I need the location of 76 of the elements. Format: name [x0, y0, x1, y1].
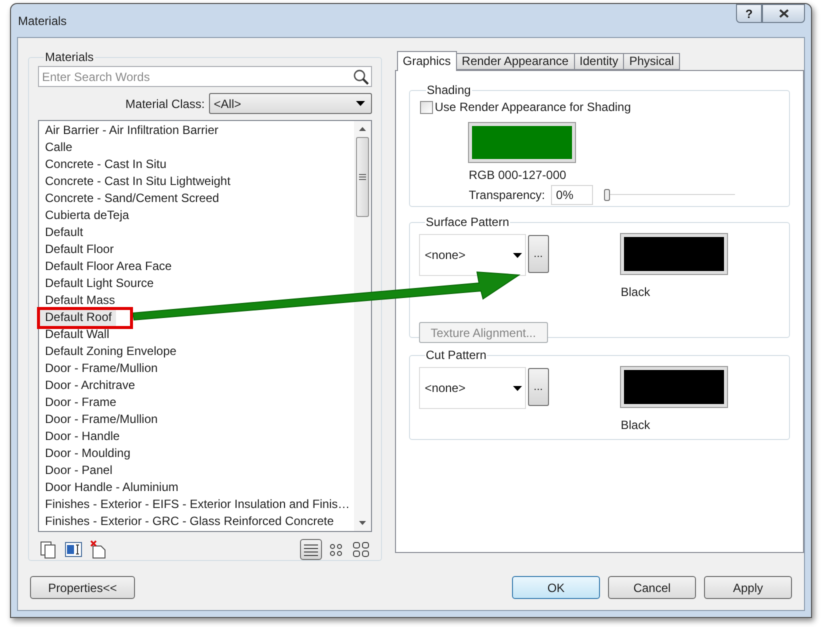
duplicate-icon[interactable] — [40, 540, 57, 558]
rename-icon[interactable] — [65, 542, 82, 557]
material-item[interactable]: Concrete - Cast In Situ — [39, 156, 170, 173]
material-item[interactable]: Door - Panel — [39, 462, 116, 479]
apply-button[interactable]: Apply — [704, 576, 792, 599]
small-icons-view-icon — [330, 544, 342, 556]
pattern-dropdown[interactable]: <none> — [418, 367, 526, 409]
dropdown-caret-icon — [512, 252, 522, 258]
search-icon — [352, 68, 369, 84]
group-label: Shading — [426, 83, 472, 97]
group-label: Cut Pattern — [424, 348, 488, 362]
close-button[interactable] — [762, 4, 805, 23]
material-class-label: Material Class: — [125, 96, 205, 112]
material-item[interactable]: Default Wall — [39, 326, 114, 343]
rgb-value: RGB 000-127-000 — [468, 168, 568, 182]
material-item[interactable]: Door - Frame/Mullion — [39, 360, 162, 377]
browse-button[interactable]: ... — [528, 235, 549, 273]
color-swatch[interactable] — [468, 123, 575, 162]
scrollbar[interactable] — [354, 121, 371, 531]
search-field[interactable]: Enter Search Words — [38, 66, 372, 87]
material-item[interactable]: Door - Architrave — [39, 377, 140, 394]
material-item[interactable]: Default Floor Area Face — [39, 258, 176, 275]
material-item[interactable]: Default Zoning Envelope — [39, 343, 180, 360]
help-button[interactable]: ? — [736, 4, 762, 23]
tab[interactable]: Identity — [574, 53, 624, 70]
material-class-dropdown[interactable]: <All> — [208, 93, 372, 114]
browse-button[interactable]: ... — [528, 368, 549, 406]
tab[interactable]: Render Appearance — [456, 53, 575, 70]
material-item[interactable]: Calle — [39, 139, 76, 156]
pattern-dropdown[interactable]: <none> — [418, 234, 526, 276]
material-item[interactable]: Concrete - Sand/Cement Screed — [39, 190, 224, 207]
transparency-slider[interactable] — [604, 189, 736, 201]
material-item[interactable]: Default Mass — [39, 292, 120, 309]
color-swatch[interactable] — [620, 234, 727, 274]
transparency-label: Transparency: — [468, 187, 546, 204]
material-item[interactable]: Default Light Source — [39, 275, 158, 292]
search-input[interactable]: Enter Search Words — [39, 68, 353, 86]
material-item[interactable]: Default Roof — [39, 309, 116, 326]
group-label: Surface Pattern — [424, 215, 510, 229]
scroll-up-icon — [358, 127, 366, 131]
properties-button[interactable]: Properties<< — [30, 576, 135, 599]
material-item[interactable]: Air Barrier - Air Infiltration Barrier — [39, 122, 222, 139]
ok-button[interactable]: OK — [512, 576, 600, 599]
material-item[interactable]: Default Floor — [39, 241, 118, 258]
view-mode-button[interactable] — [300, 539, 322, 560]
material-item[interactable]: Finishes - Exterior - EIFS - Exterior Insulation and Finis… — [39, 496, 354, 513]
material-item[interactable]: Door - Frame — [39, 394, 120, 411]
material-item[interactable]: Door - Frame/Mullion — [39, 411, 162, 428]
group-label: Materials — [44, 50, 95, 64]
transparency-field[interactable]: 0% — [551, 185, 594, 205]
material-item[interactable]: Door Handle - Aluminium — [39, 479, 182, 496]
dropdown-caret-icon — [512, 386, 522, 390]
color-name: Black — [620, 418, 652, 432]
material-item[interactable]: Cubierta deTeja — [39, 207, 134, 224]
tab[interactable]: Graphics — [396, 51, 457, 71]
color-swatch[interactable] — [620, 367, 727, 407]
large-icons-view-icon — [352, 542, 369, 557]
cancel-button[interactable]: Cancel — [608, 576, 696, 599]
window-title: Materials — [17, 12, 67, 30]
list-view-icon — [304, 544, 318, 556]
slider-thumb[interactable] — [604, 189, 610, 201]
material-item[interactable]: Door - Handle — [39, 428, 124, 445]
color-name: Black — [620, 285, 652, 299]
tab[interactable]: Physical — [623, 53, 680, 70]
close-icon — [778, 9, 788, 18]
grip-icon — [358, 174, 366, 180]
checkbox-label: Use Render Appearance for Shading — [434, 99, 631, 116]
scroll-down-icon — [358, 521, 366, 525]
dropdown-caret-icon — [356, 101, 365, 106]
checkbox[interactable] — [420, 100, 433, 114]
material-item[interactable]: Default — [39, 224, 88, 241]
material-item[interactable]: Finishes - Exterior - GRC - Glass Reinforced Concrete — [39, 513, 338, 530]
material-item[interactable]: Concrete - Cast In Situ Lightweight — [39, 173, 234, 190]
scroll-thumb[interactable] — [356, 137, 369, 217]
material-item[interactable]: Door - Moulding — [39, 445, 134, 462]
delete-icon[interactable] — [90, 540, 106, 559]
